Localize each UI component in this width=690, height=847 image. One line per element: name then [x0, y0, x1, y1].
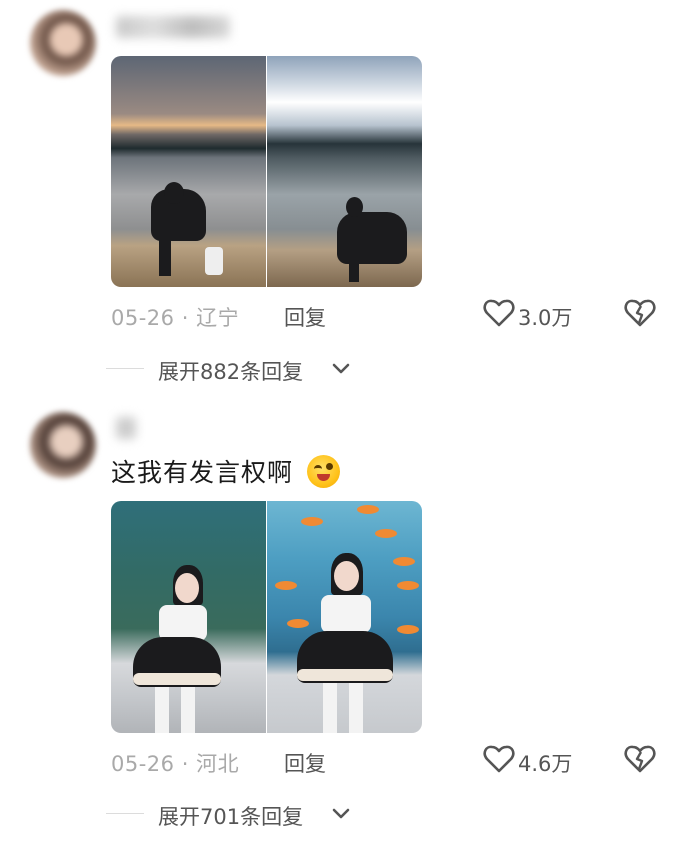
comment-location: 辽宁 — [196, 306, 240, 330]
chevron-down-icon[interactable] — [331, 805, 351, 825]
comment-date: 05-26 — [111, 306, 175, 330]
expand-divider — [106, 368, 144, 369]
reply-button[interactable]: 回复 — [284, 748, 326, 778]
broken-heart-icon[interactable] — [624, 298, 656, 332]
chevron-down-icon[interactable] — [331, 360, 351, 380]
comment-meta: 05-26 · 河北 — [111, 748, 239, 778]
winking-tongue-emoji-icon — [307, 455, 340, 488]
expand-replies-button[interactable]: 展开882条回复 — [158, 356, 303, 386]
aquarium-dress-photo-1[interactable] — [111, 501, 266, 733]
meta-separator: · — [181, 752, 189, 776]
lakeside-sunset-photo[interactable] — [111, 56, 266, 287]
heart-icon[interactable] — [483, 298, 515, 332]
snowy-mountain-lake-photo[interactable] — [267, 56, 422, 287]
expand-divider — [106, 813, 144, 814]
like-count: 4.6万 — [518, 752, 573, 776]
avatar[interactable] — [30, 10, 96, 76]
username-blurred[interactable] — [116, 16, 230, 38]
avatar[interactable] — [30, 412, 96, 478]
broken-heart-icon[interactable] — [624, 744, 656, 778]
comment-image-pair[interactable] — [111, 501, 422, 733]
like-count: 3.0万 — [518, 306, 573, 330]
comment-text: 这我有发言权啊 — [111, 458, 294, 487]
heart-icon[interactable] — [483, 744, 515, 778]
meta-separator: · — [181, 306, 189, 330]
comment-image-pair[interactable] — [111, 56, 422, 287]
comment-meta: 05-26 · 辽宁 — [111, 302, 239, 332]
reply-button[interactable]: 回复 — [284, 302, 326, 332]
comment-location: 河北 — [196, 752, 240, 776]
aquarium-dress-photo-2[interactable] — [267, 501, 422, 733]
username-blurred[interactable] — [116, 417, 136, 439]
expand-replies-button[interactable]: 展开701条回复 — [158, 801, 303, 831]
comment-date: 05-26 — [111, 752, 175, 776]
